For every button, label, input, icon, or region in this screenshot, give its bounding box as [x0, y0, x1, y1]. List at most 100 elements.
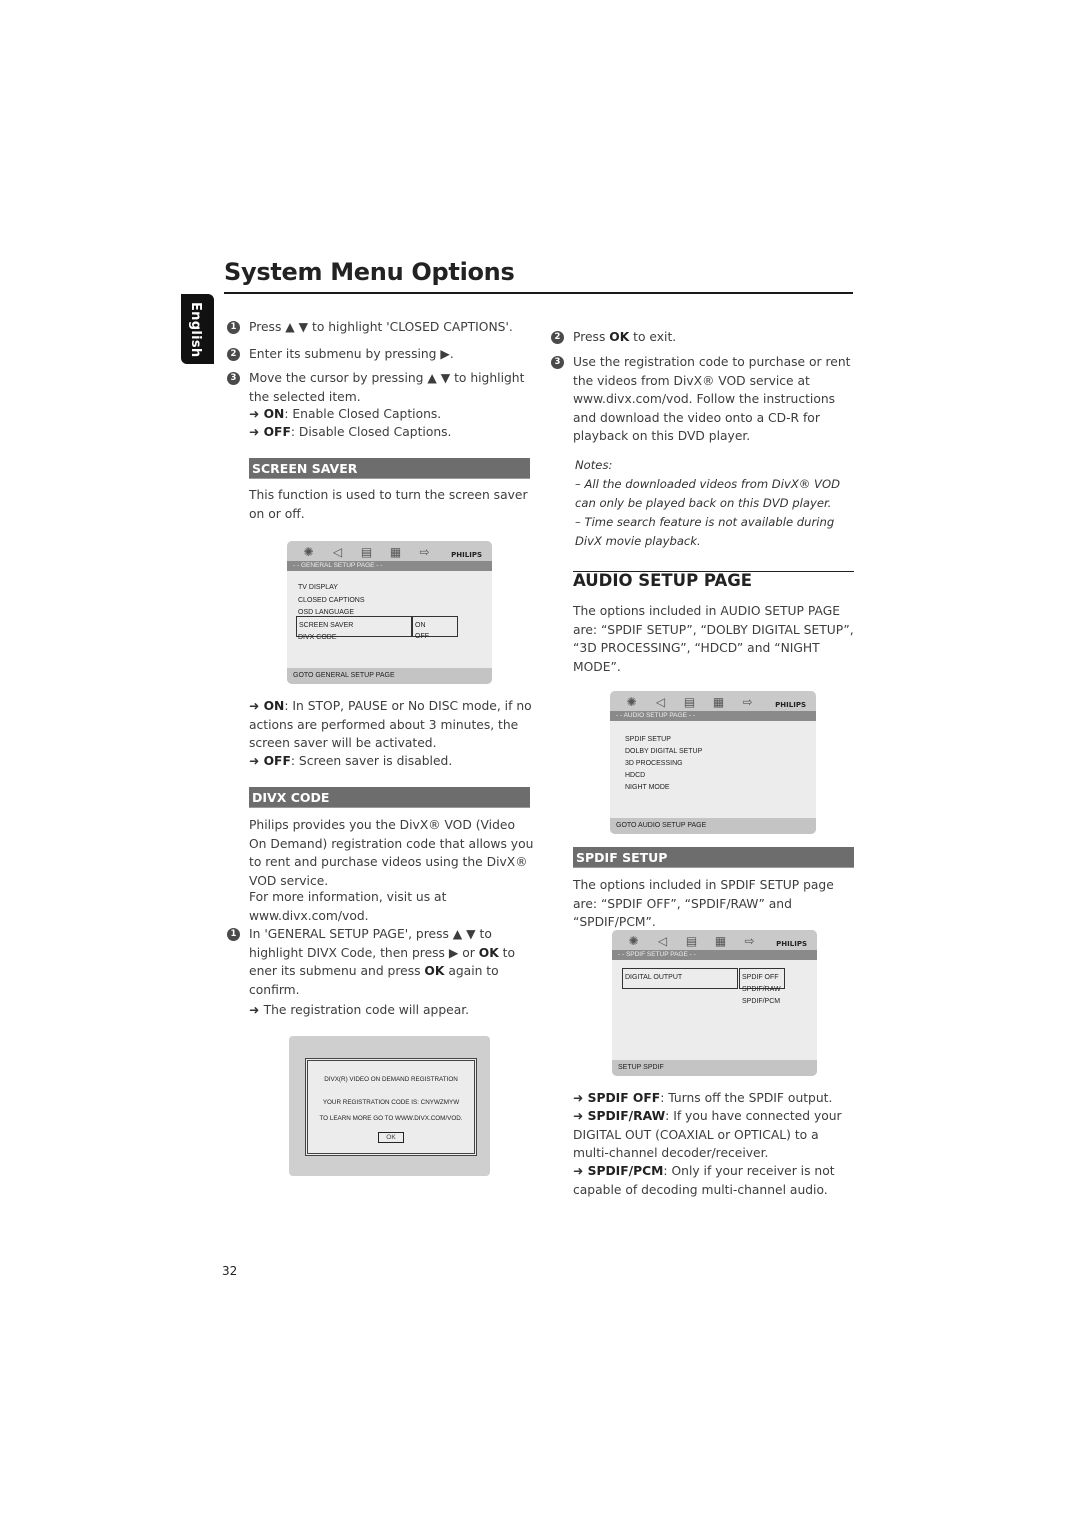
- note-item: – All the downloaded videos from DivX® V…: [575, 477, 841, 510]
- general-setup-osd: ✺ ◁ ▤ ▦ ⇨ PHILIPS - - GENERAL SETUP PAGE…: [287, 541, 492, 684]
- osd-menu-item-selected[interactable]: DIGITAL OUTPUT: [622, 968, 738, 989]
- step-text: In 'GENERAL SETUP PAGE', press ▲ ▼ to hi…: [249, 927, 492, 960]
- screen-saver-option-on: ➜ ON: In STOP, PAUSE or No DISC mode, if…: [249, 697, 534, 753]
- spdif-option-off: ➜ SPDIF OFF: Turns off the SPDIF output.: [573, 1089, 858, 1108]
- video-icon: ▤: [683, 695, 696, 709]
- notes-title: Notes:: [575, 458, 613, 472]
- step-2-exit: 2 Press OK to exit.: [551, 328, 858, 347]
- option-key: ON: [263, 699, 285, 713]
- osd-icon-bar: ✺ ◁ ▤ ▦ ⇨ PHILIPS: [612, 930, 817, 950]
- step-2: 2 Enter its submenu by pressing ▶.: [227, 345, 534, 364]
- ok-button[interactable]: OK: [378, 1132, 404, 1143]
- section-heading-screen-saver: SCREEN SAVER: [249, 458, 530, 479]
- result-text: The registration code will appear.: [263, 1003, 470, 1017]
- exit-icon: ⇨: [744, 934, 755, 948]
- step-text: to exit.: [629, 330, 677, 344]
- arrow-icon: ➜: [249, 407, 264, 421]
- divx-step-1: 1 In 'GENERAL SETUP PAGE', press ▲ ▼ to …: [227, 925, 534, 999]
- speaker-icon: ◁: [657, 934, 668, 948]
- audio-setup-intro: The options included in AUDIO SETUP PAGE…: [573, 604, 854, 674]
- step-text: Move the cursor by pressing ▲ ▼ to highl…: [249, 371, 525, 404]
- section-heading-spdif-setup: SPDIF SETUP: [573, 847, 854, 868]
- osd-icon-bar: ✺ ◁ ▤ ▦ ⇨ PHILIPS: [610, 691, 816, 711]
- ok-key: OK: [424, 964, 445, 979]
- arrow-icon: ➜: [249, 754, 264, 768]
- spdif-option-raw: ➜ SPDIF/RAW: If you have connected your …: [573, 1107, 858, 1163]
- arrow-icon: ➜: [573, 1109, 588, 1123]
- arrow-icon: ➜: [249, 425, 264, 439]
- osd-value[interactable]: OFF: [415, 628, 429, 647]
- video-icon: ▤: [685, 934, 698, 948]
- title-divider: [224, 292, 853, 294]
- gear-icon: ✺: [628, 934, 639, 948]
- step-text: Press ▲ ▼ to highlight 'CLOSED CAPTIONS'…: [249, 320, 513, 334]
- divx-intro: Philips provides you the DivX® VOD (Vide…: [249, 818, 534, 888]
- spdif-setup-osd: ✺ ◁ ▤ ▦ ⇨ PHILIPS - - SPDIF SETUP PAGE -…: [612, 930, 817, 1076]
- osd-value[interactable]: SPDIF/PCM: [742, 993, 780, 1012]
- option-key: SPDIF/RAW: [587, 1109, 666, 1123]
- language-tab: English: [181, 294, 214, 364]
- exit-icon: ⇨: [742, 695, 753, 709]
- note-item: – Time search feature is not available d…: [575, 515, 835, 548]
- gear-icon: ✺: [626, 695, 637, 709]
- osd-footer: SETUP SPDIF: [612, 1060, 817, 1076]
- step-text: Press: [573, 330, 610, 344]
- option-key: SPDIF/PCM: [587, 1164, 664, 1178]
- divx-more-info: For more information, visit us at www.di…: [249, 890, 447, 923]
- gear-icon: ✺: [303, 545, 314, 559]
- step-3-register: 3 Use the registration code to purchase …: [551, 353, 853, 446]
- learn-more: TO LEARN MORE GO TO WWW.DIVX.COM/VOD.: [319, 1115, 463, 1122]
- step-1: 1 Press ▲ ▼ to highlight 'CLOSED CAPTION…: [227, 318, 534, 337]
- speaker-icon: ◁: [332, 545, 343, 559]
- option-key: ON: [263, 407, 285, 421]
- divx-registration-osd: DIVX(R) VIDEO ON DEMAND REGISTRATION YOU…: [289, 1036, 490, 1176]
- step-number: 2: [227, 348, 240, 361]
- dialog-title: DIVX(R) VIDEO ON DEMAND REGISTRATION: [324, 1076, 458, 1083]
- spdif-intro: The options included in SPDIF SETUP page…: [573, 878, 834, 930]
- option-key: OFF: [263, 425, 291, 439]
- osd-footer: GOTO AUDIO SETUP PAGE: [610, 818, 816, 834]
- divx-result: ➜ The registration code will appear.: [249, 1001, 534, 1020]
- audio-setup-heading: AUDIO SETUP PAGE: [573, 571, 753, 590]
- step-text: Use the registration code to purchase or…: [573, 355, 851, 444]
- option-key: SPDIF OFF: [587, 1091, 661, 1105]
- step-number: 1: [227, 321, 240, 334]
- option-desc: : Turns off the SPDIF output.: [660, 1091, 833, 1105]
- osd-footer: GOTO GENERAL SETUP PAGE: [287, 668, 492, 684]
- step-text: Enter its submenu by pressing ▶.: [249, 347, 454, 361]
- exit-icon: ⇨: [419, 545, 430, 559]
- video-icon: ▤: [360, 545, 373, 559]
- osd-menu-item[interactable]: DIVX CODE: [298, 629, 337, 648]
- language-label: English: [188, 302, 203, 358]
- osd-subtitle: - - SPDIF SETUP PAGE - -: [612, 950, 817, 960]
- page-number: 32: [222, 1264, 238, 1278]
- grid-icon: ▦: [389, 545, 402, 559]
- step-number: 2: [551, 331, 564, 344]
- audio-setup-osd: ✺ ◁ ▤ ▦ ⇨ PHILIPS - - AUDIO SETUP PAGE -…: [610, 691, 816, 834]
- spdif-option-pcm: ➜ SPDIF/PCM: Only if your receiver is no…: [573, 1162, 858, 1199]
- step-number: 3: [551, 356, 564, 369]
- arrow-icon: ➜: [249, 1003, 264, 1017]
- grid-icon: ▦: [714, 934, 727, 948]
- arrow-icon: ➜: [573, 1164, 588, 1178]
- screen-saver-intro: This function is used to turn the screen…: [249, 488, 528, 521]
- divx-dialog: DIVX(R) VIDEO ON DEMAND REGISTRATION YOU…: [305, 1058, 477, 1156]
- option-desc: : Enable Closed Captions.: [284, 407, 442, 421]
- cc-option-off: ➜ OFF: Disable Closed Captions.: [249, 423, 529, 442]
- screen-saver-option-off: ➜ OFF: Screen saver is disabled.: [249, 752, 534, 771]
- cc-option-on: ➜ ON: Enable Closed Captions.: [249, 405, 529, 424]
- grid-icon: ▦: [712, 695, 725, 709]
- step-number: 3: [227, 372, 240, 385]
- osd-icon-bar: ✺ ◁ ▤ ▦ ⇨ PHILIPS: [287, 541, 492, 561]
- speaker-icon: ◁: [655, 695, 666, 709]
- arrow-icon: ➜: [573, 1091, 588, 1105]
- option-key: OFF: [263, 754, 291, 768]
- page-title: System Menu Options: [224, 258, 515, 286]
- step-3: 3 Move the cursor by pressing ▲ ▼ to hig…: [227, 369, 529, 406]
- osd-menu-item[interactable]: NIGHT MODE: [625, 779, 670, 798]
- step-number: 1: [227, 928, 240, 941]
- ok-key: OK: [609, 330, 630, 344]
- section-heading-divx-code: DIVX CODE: [249, 787, 530, 808]
- osd-subtitle: - - AUDIO SETUP PAGE - -: [610, 711, 816, 721]
- arrow-icon: ➜: [249, 699, 264, 713]
